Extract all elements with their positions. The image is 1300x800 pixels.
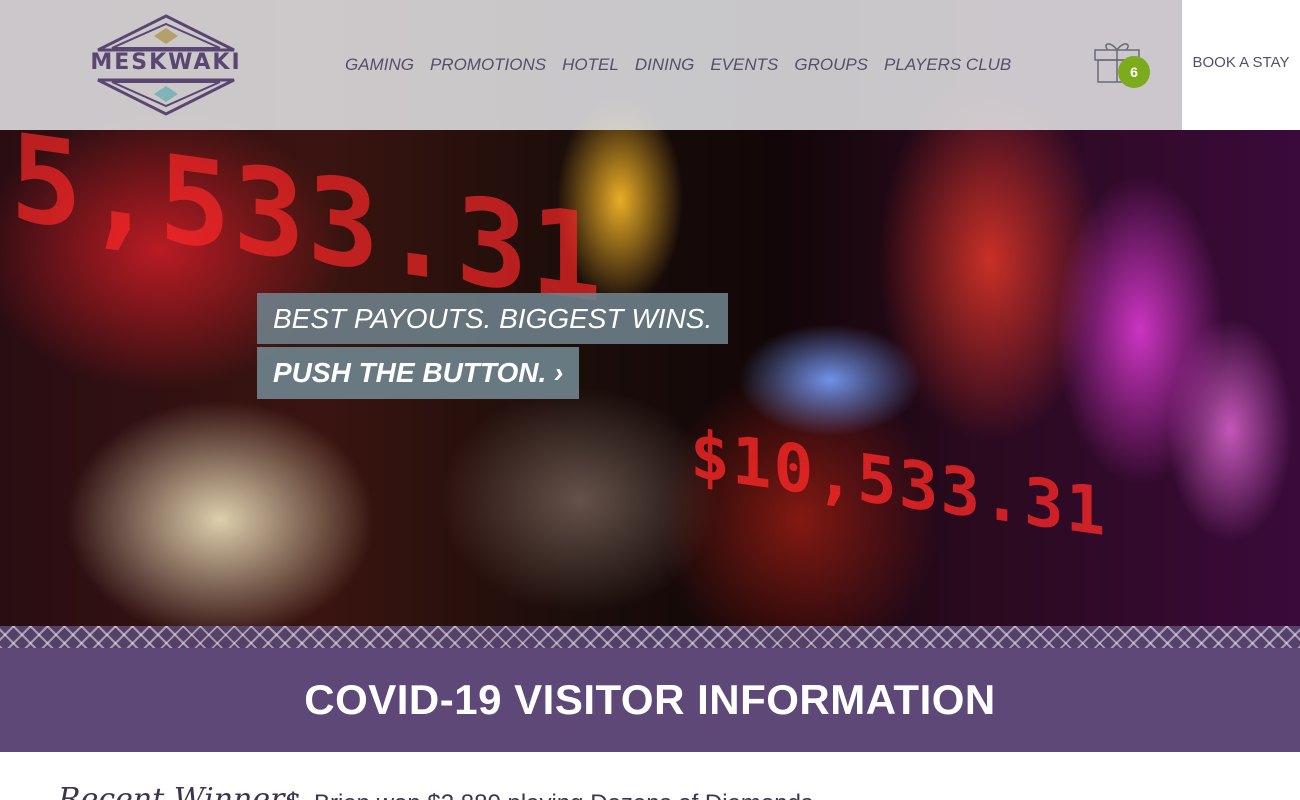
winners-separator: | [290, 788, 296, 800]
nav-item-promotions[interactable]: PROMOTIONS [430, 55, 546, 75]
nav-item-players-club[interactable]: PLAYERS CLUB [884, 55, 1011, 75]
main-nav: GAMING PROMOTIONS HOTEL DINING EVENTS GR… [345, 55, 1011, 75]
site-header: MESKWAKI GAMING PROMOTIONS HOTEL DINING … [0, 0, 1182, 130]
nav-item-hotel[interactable]: HOTEL [562, 55, 619, 75]
nav-item-dining[interactable]: DINING [635, 55, 695, 75]
nav-item-events[interactable]: EVENTS [710, 55, 778, 75]
nav-item-gaming[interactable]: GAMING [345, 55, 414, 75]
site-logo[interactable]: MESKWAKI [86, 14, 246, 116]
recent-winners-bar: Recent Winners | Brian won $2,880 playin… [0, 752, 1300, 800]
nav-item-groups[interactable]: GROUPS [794, 55, 868, 75]
gift-button[interactable]: 6 [1092, 38, 1152, 92]
covid-banner-text: COVID-19 VISITOR INFORMATION [304, 676, 996, 723]
slot-display-decor: $10,533.31 [690, 415, 1108, 552]
recent-winner-message: Brian won $2,880 playing Dozens of Diamo… [314, 790, 813, 800]
gift-count-badge: 6 [1118, 56, 1150, 88]
logo-wordmark: MESKWAKI [90, 50, 242, 75]
covid-banner[interactable]: COVID-19 VISITOR INFORMATION [0, 648, 1300, 752]
recent-winners-label: Recent Winners [58, 782, 300, 800]
hero-tagline: BEST PAYOUTS. BIGGEST WINS. [257, 293, 729, 344]
decorative-pattern-strip [0, 626, 1300, 648]
push-the-button-link[interactable]: PUSH THE BUTTON. › [257, 347, 580, 399]
book-a-stay-button[interactable]: BOOK A STAY [1182, 0, 1300, 130]
